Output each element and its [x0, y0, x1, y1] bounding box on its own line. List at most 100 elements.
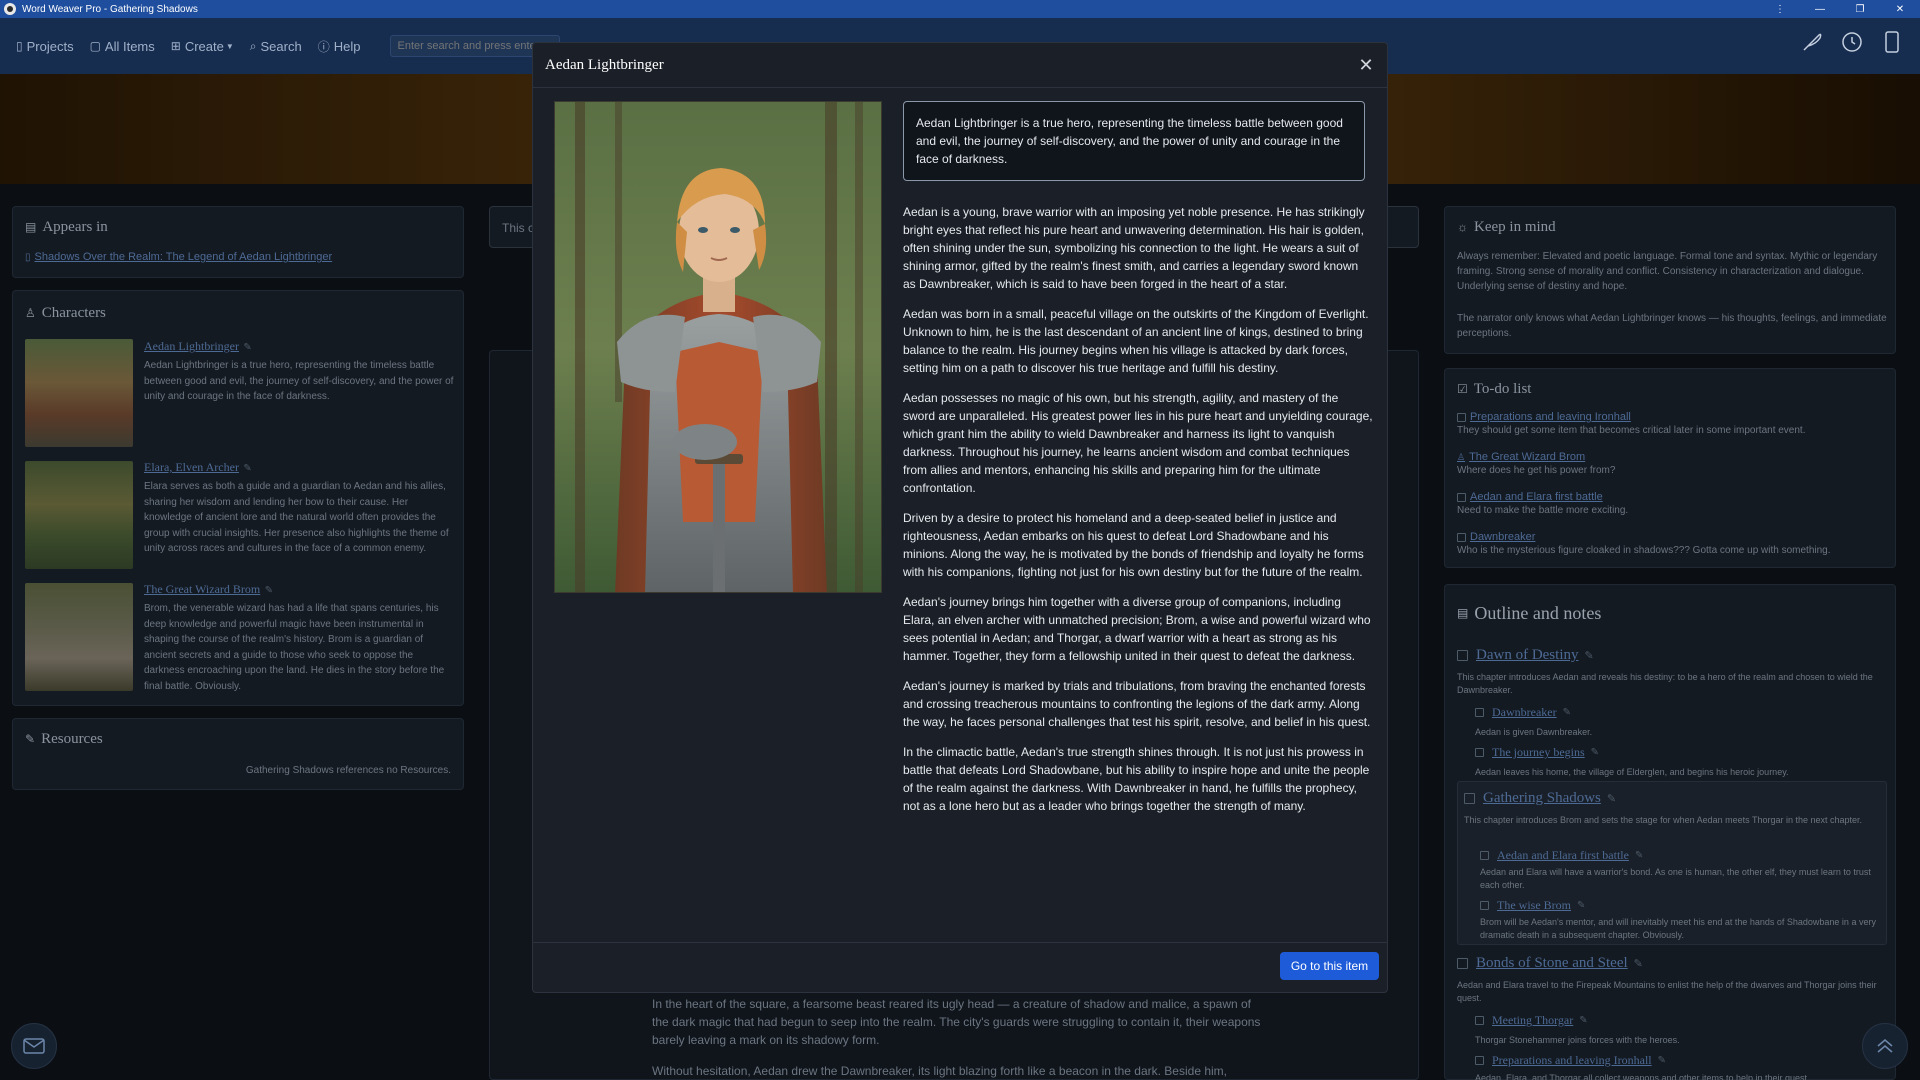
outline-scene[interactable]: Preparations and leaving Ironhall ✎ [1475, 1053, 1666, 1068]
outline-title: ▤ Outline and notes [1457, 603, 1601, 624]
character-name-link[interactable]: The Great Wizard Brom [144, 582, 260, 596]
bio-paragraph: Aedan is a young, brave warrior with an … [903, 205, 1365, 291]
device-preview-icon[interactable] [1878, 28, 1906, 56]
outline-scene[interactable]: Meeting Thorgar ✎ [1475, 1013, 1588, 1028]
outline-scene[interactable]: The wise Brom ✎ [1480, 898, 1585, 913]
todo-item-link[interactable]: Dawnbreaker [1470, 531, 1535, 543]
bio-paragraph: Aedan's journey is marked by trials and … [903, 679, 1371, 729]
outline-chapter[interactable]: Gathering Shadows ✎ [1464, 790, 1616, 807]
checkbox[interactable] [1457, 492, 1466, 502]
outline-scene[interactable]: Aedan and Elara first battle ✎ [1480, 848, 1643, 863]
outline-scene-link[interactable]: Preparations and leaving Ironhall [1492, 1053, 1652, 1068]
character-thumbnail-elara[interactable] [25, 461, 133, 569]
edit-pencil-icon[interactable]: ✎ [1579, 1015, 1587, 1026]
outline-chapter-link[interactable]: Dawn of Destiny [1476, 647, 1578, 664]
checkbox[interactable] [1457, 958, 1468, 969]
appears-in-item[interactable]: ▯ Shadows Over the Realm: The Legend of … [25, 251, 332, 263]
resources-panel: ✎ Resources Gathering Shadows references … [12, 718, 464, 790]
bio-paragraph: Aedan was born in a small, peaceful vill… [903, 307, 1369, 375]
appears-in-link[interactable]: Shadows Over the Realm: The Legend of Ae… [35, 251, 333, 263]
outline-scene-link[interactable]: Meeting Thorgar [1492, 1013, 1573, 1028]
edit-pencil-icon[interactable]: ✎ [243, 342, 251, 353]
checkbox[interactable] [1480, 901, 1489, 910]
history-clock-icon[interactable] [1838, 28, 1866, 56]
todo-item-link[interactable]: Preparations and leaving Ironhall [1470, 411, 1631, 423]
appears-in-title: ▤ Appears in [25, 219, 108, 236]
outline-chapter[interactable]: Bonds of Stone and Steel ✎ [1457, 955, 1643, 972]
edit-pencil-icon[interactable]: ✎ [265, 585, 273, 596]
bio-paragraph: Aedan's journey brings him together with… [903, 595, 1371, 663]
character-thumbnail-aedan[interactable] [25, 339, 133, 447]
nav-all-items[interactable]: ▢ All Items [90, 39, 155, 54]
todo-item: Preparations and leaving Ironhall They s… [1457, 411, 1887, 438]
edit-pencil-icon[interactable]: ✎ [1584, 649, 1593, 662]
outline-current-chapter: Gathering Shadows ✎ This chapter introdu… [1457, 781, 1887, 945]
outline-panel: ▤ Outline and notes Dawn of Destiny ✎ Thi… [1444, 584, 1896, 1080]
checkbox[interactable] [1457, 650, 1468, 661]
close-icon[interactable]: ✕ [1355, 54, 1377, 76]
checkbox[interactable] [1457, 412, 1466, 422]
file-icon: ▢ [89, 39, 101, 53]
description-field-text: This c [502, 221, 535, 235]
outline-scene-link[interactable]: The journey begins [1492, 745, 1585, 760]
edit-pencil-icon[interactable]: ✎ [1591, 747, 1599, 758]
character-name-link[interactable]: Elara, Elven Archer [144, 460, 239, 474]
checkbox[interactable] [1475, 708, 1484, 717]
outline-scene[interactable]: Dawnbreaker ✎ [1475, 705, 1571, 720]
outline-scene[interactable]: The journey begins ✎ [1475, 745, 1599, 760]
close-window-button[interactable]: ✕ [1880, 0, 1920, 18]
edit-pencil-icon[interactable]: ✎ [243, 463, 251, 474]
characters-title: ♙ Characters [25, 305, 106, 322]
keep-in-mind-label: Keep in mind [1474, 219, 1556, 235]
character-thumbnail-brom[interactable] [25, 583, 133, 691]
characters-label: Characters [41, 305, 106, 321]
nav-create[interactable]: ⊞ Create ▼ [171, 39, 234, 54]
character-description: Aedan Lightbringer is a true hero, repre… [144, 360, 454, 402]
edit-pencil-icon[interactable]: ✎ [1635, 850, 1643, 861]
outline-scene-link[interactable]: Dawnbreaker [1492, 705, 1557, 720]
outline-chapter-link[interactable]: Gathering Shadows [1483, 790, 1601, 807]
appears-in-panel: ▤ Appears in ▯ Shadows Over the Realm: Th… [12, 206, 464, 278]
checkbox[interactable] [1464, 793, 1475, 804]
checkbox[interactable] [1475, 748, 1484, 757]
checkbox[interactable] [1480, 851, 1489, 860]
outline-note: Aedan leaves his home, the village of El… [1475, 767, 1789, 777]
checkbox[interactable] [1475, 1056, 1484, 1065]
todo-item: Aedan and Elara first battle Need to mak… [1457, 491, 1887, 518]
more-options-icon[interactable]: ⋮ [1760, 0, 1800, 18]
todo-item-link[interactable]: Aedan and Elara first battle [1470, 491, 1603, 503]
nav-projects[interactable]: ▯ Projects [16, 39, 74, 54]
outline-chapter[interactable]: Dawn of Destiny ✎ [1457, 647, 1594, 664]
edit-pencil-icon[interactable]: ✎ [1563, 707, 1571, 718]
message-button[interactable] [11, 1023, 57, 1069]
edit-pencil-icon[interactable]: ✎ [1658, 1055, 1666, 1066]
checkbox[interactable] [1457, 532, 1466, 542]
scroll-to-top-button[interactable] [1862, 1023, 1908, 1069]
todo-item-link[interactable]: The Great Wizard Brom [1469, 451, 1585, 463]
outline-scene-link[interactable]: The wise Brom [1497, 898, 1571, 913]
checkbox[interactable] [1475, 1016, 1484, 1025]
keep-in-mind-title: ☼ Keep in mind [1457, 219, 1556, 236]
nav-projects-label: Projects [26, 38, 74, 54]
app-logo-icon [4, 3, 16, 15]
character-name-link[interactable]: Aedan Lightbringer [144, 339, 239, 353]
outline-chapter-link[interactable]: Bonds of Stone and Steel [1476, 955, 1628, 972]
edit-pencil-icon[interactable]: ✎ [1577, 900, 1585, 911]
editor-paragraph: In the heart of the square, a fearsome b… [652, 997, 1261, 1047]
edit-pencil-icon[interactable]: ✎ [1607, 792, 1616, 805]
resources-title: ✎ Resources [25, 731, 103, 748]
outline-scene-link[interactable]: Aedan and Elara first battle [1497, 848, 1629, 863]
quill-icon[interactable] [1798, 28, 1826, 56]
minimize-button[interactable]: — [1800, 0, 1840, 18]
nav-all-items-label: All Items [104, 38, 155, 54]
go-to-item-button[interactable]: Go to this item [1280, 952, 1379, 980]
todo-item-note: Where does he get his power from? [1457, 465, 1616, 476]
appears-in-label: Appears in [42, 219, 108, 235]
todo-item: ♙ The Great Wizard Brom Where does he get… [1457, 451, 1887, 478]
restore-button[interactable]: ❐ [1840, 0, 1880, 18]
nav-help[interactable]: ⓘ Help [318, 38, 361, 55]
character-portrait [554, 101, 882, 593]
keep-in-mind-text: Always remember: Elevated and poetic lan… [1457, 251, 1878, 292]
nav-search[interactable]: ⌕ Search [250, 39, 302, 54]
edit-pencil-icon[interactable]: ✎ [1634, 957, 1643, 970]
